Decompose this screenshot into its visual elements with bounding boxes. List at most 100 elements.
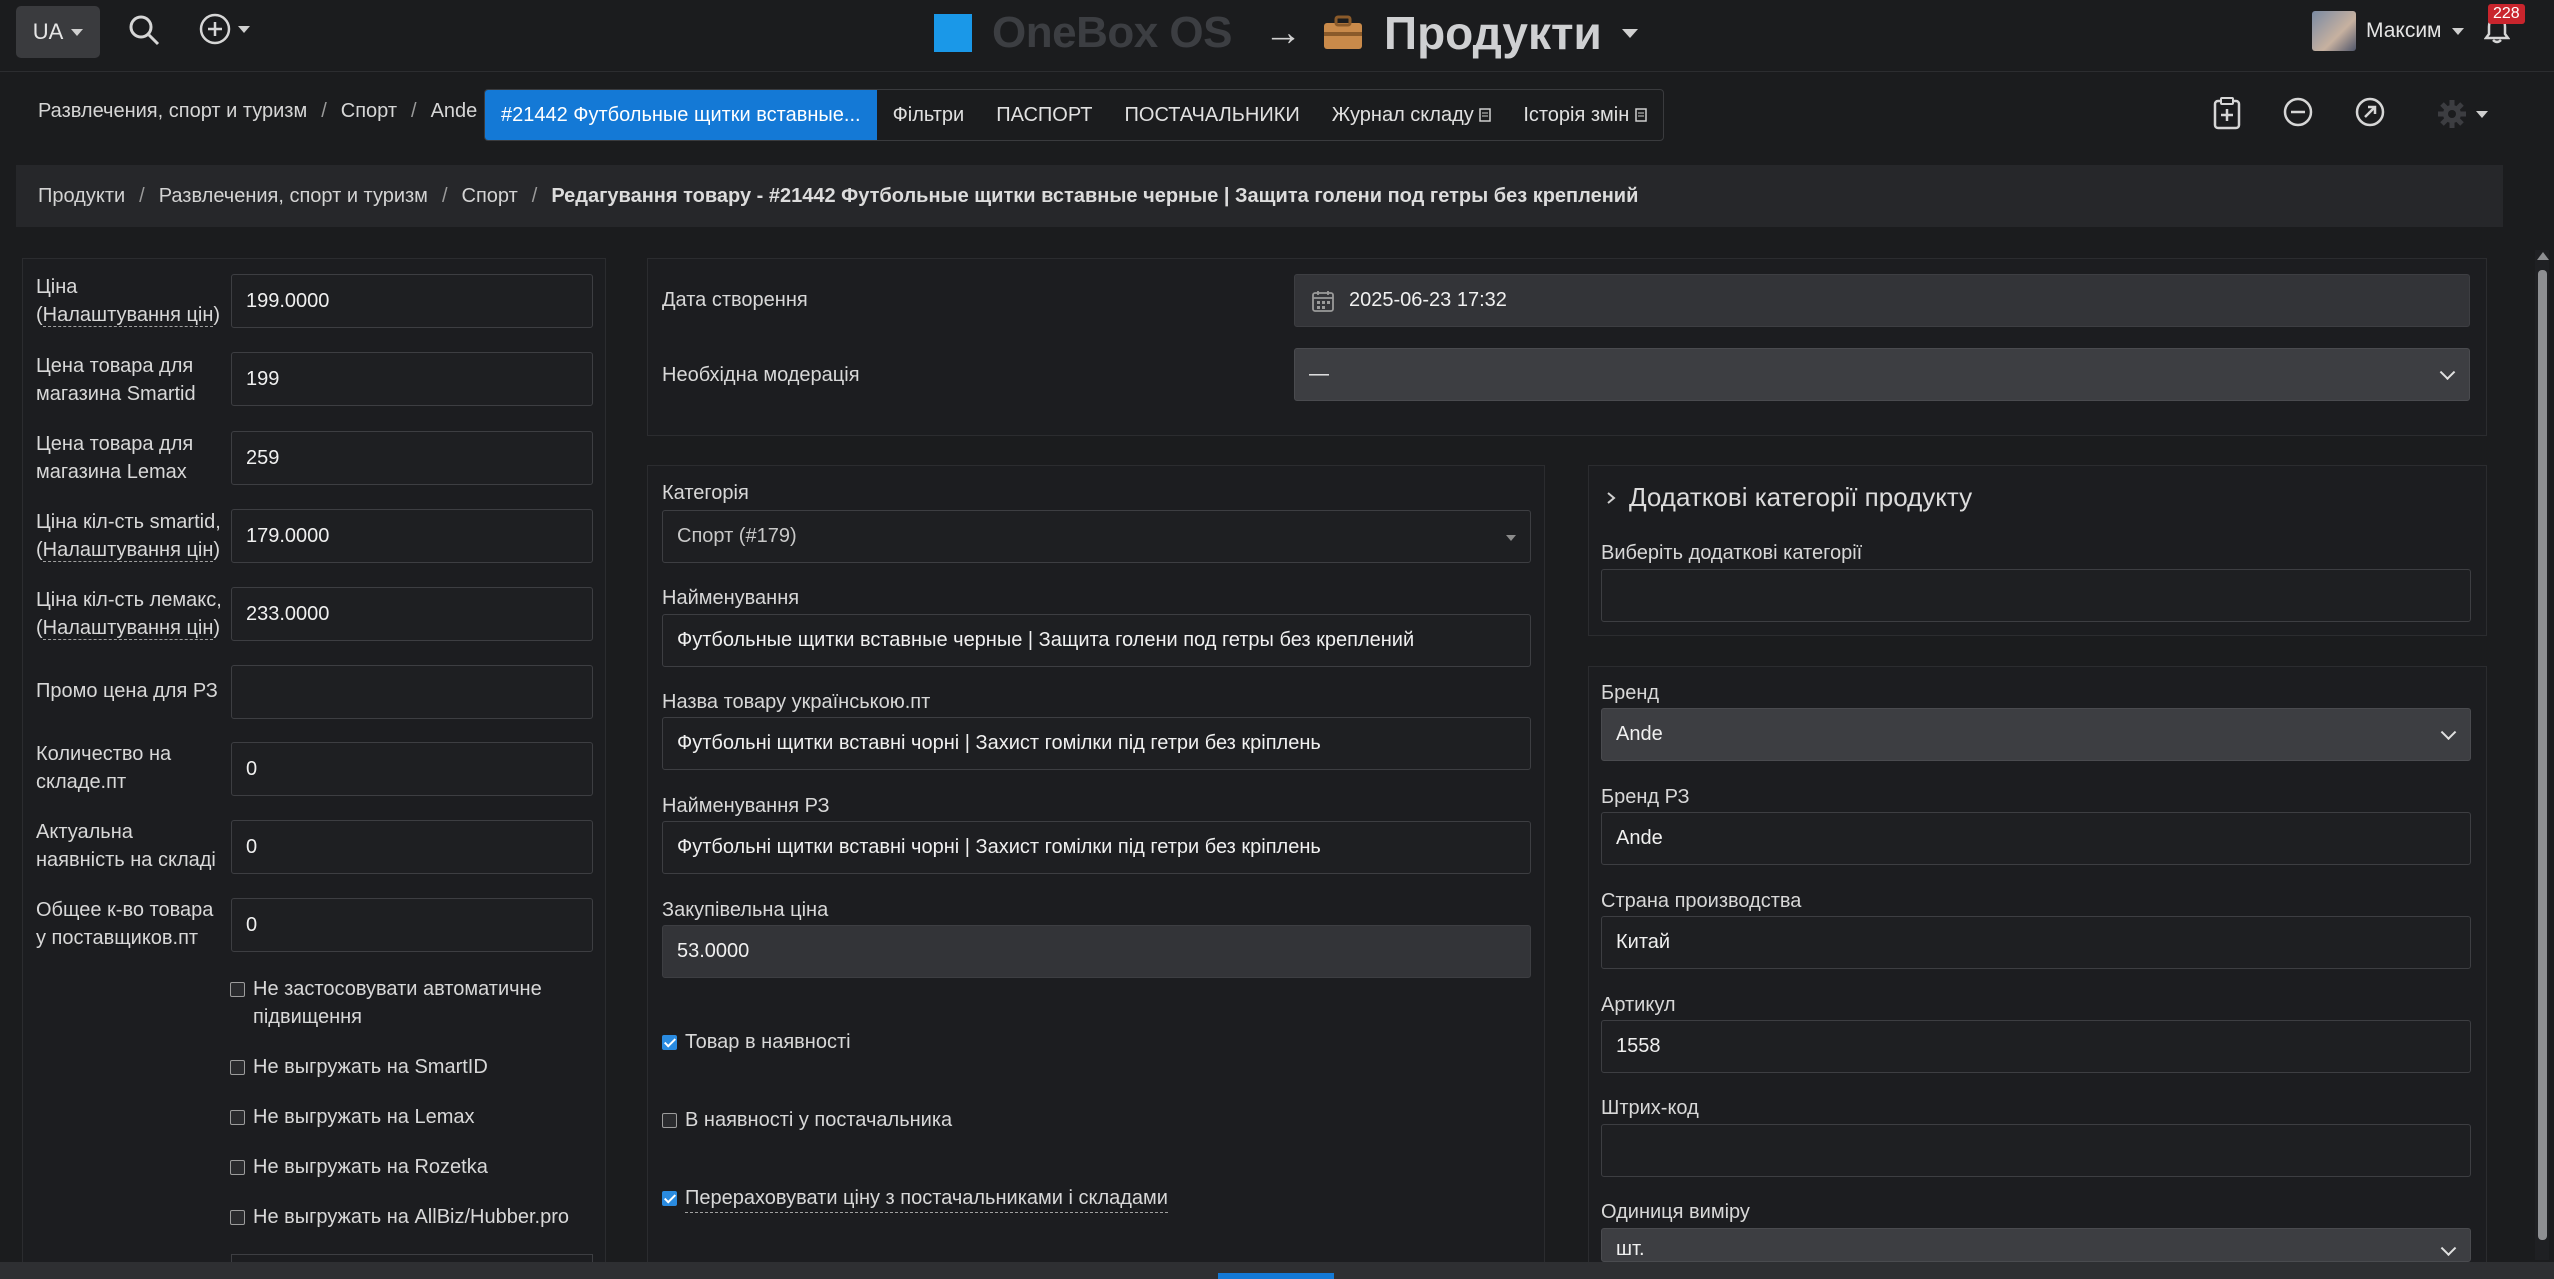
extra-categories-label: Виберіть додаткові категорії (1601, 542, 1863, 564)
tab-suppliers[interactable]: ПОСТАЧАЛЬНИКИ (1109, 90, 1316, 140)
brand-rz-input[interactable]: Ande (1601, 812, 2471, 865)
price-settings-link[interactable]: Налаштування цін (42, 539, 214, 562)
checkbox-no-rozetka[interactable]: Не выгружать на Rozetka (230, 1153, 488, 1181)
checkbox-box[interactable] (230, 1060, 245, 1075)
moderation-label: Необхідна модерація (662, 364, 860, 386)
top-breadcrumb: Развлечения, спорт и туризм / Спорт / An… (38, 100, 477, 123)
checkbox-box[interactable] (662, 1035, 677, 1050)
price-input[interactable]: 199.0000 (231, 274, 593, 328)
actual-stock-input[interactable]: 0 (231, 820, 593, 874)
moderation-select[interactable]: — (1294, 348, 2470, 401)
search-icon[interactable] (124, 10, 164, 50)
caret-down-icon (1506, 535, 1516, 541)
checkbox-in-stock[interactable]: Товар в наявності (662, 1028, 851, 1056)
chevron-down-icon (2476, 110, 2488, 118)
lemax-qty-price-input[interactable]: 233.0000 (231, 587, 593, 641)
sku-input[interactable]: 1558 (1601, 1020, 2471, 1073)
price-settings-link[interactable]: Налаштування цін (42, 304, 214, 327)
minus-circle-icon[interactable] (2282, 96, 2314, 128)
input-value: 199.0000 (246, 289, 330, 312)
page-scrollbar-thumb[interactable] (2538, 270, 2547, 1240)
tab-stock-journal[interactable]: Журнал складу (1316, 90, 1508, 140)
tab-filters[interactable]: Фільтри (877, 90, 981, 140)
created-date-label: Дата створення (662, 289, 808, 311)
select-value: Спорт (#179) (677, 525, 797, 547)
breadcrumb-item[interactable]: Продукти (38, 185, 125, 208)
checkbox-box[interactable] (230, 1160, 245, 1175)
input-value: Футбольні щитки вставні чорні | Захист г… (677, 836, 1321, 858)
checkbox-no-lemax[interactable]: Не выгружать на Lemax (230, 1103, 475, 1131)
supplier-qty-input[interactable]: 0 (231, 898, 593, 952)
breadcrumb-item[interactable]: Спорт (462, 185, 518, 208)
input-value: Ande (1616, 827, 1663, 849)
purchase-price-input[interactable]: 53.0000 (662, 925, 1531, 978)
product-tabs: #21442 Футбольные щитки вставные... Філь… (484, 89, 1664, 141)
country-input[interactable]: Китай (1601, 916, 2471, 969)
name-rz-input[interactable]: Футбольні щитки вставні чорні | Захист г… (662, 821, 1531, 874)
smartid-qty-price-input[interactable]: 179.0000 (231, 509, 593, 563)
save-button[interactable] (1218, 1273, 1334, 1279)
chevron-down-icon[interactable] (1621, 28, 1638, 38)
add-menu-button[interactable] (198, 12, 250, 46)
smartid-price-input[interactable]: 199 (231, 352, 593, 406)
tab-history[interactable]: Історія змін (1507, 90, 1663, 140)
created-date-input[interactable]: 2025-06-23 17:32 (1294, 274, 2470, 327)
external-link-circle-icon[interactable] (2354, 96, 2386, 128)
select-value: шт. (1616, 1238, 1645, 1260)
scroll-up-icon[interactable] (2537, 252, 2549, 260)
checkbox-box[interactable] (662, 1113, 677, 1128)
arrow-right-icon: → (1264, 11, 1302, 54)
top-navbar: UA OneBox OS → Продукти Максим 228 (0, 0, 2554, 72)
language-label: UA (32, 19, 64, 44)
tab-passport[interactable]: ПАСПОРТ (980, 90, 1108, 140)
promo-price-input[interactable] (231, 665, 593, 719)
settings-menu[interactable] (2436, 98, 2488, 130)
clipboard-add-icon[interactable] (2212, 96, 2242, 130)
country-label: Страна производства (1601, 890, 1802, 912)
breadcrumb-separator: / (139, 184, 145, 207)
unit-label: Одиниця виміру (1601, 1201, 1750, 1223)
briefcase-icon (1324, 15, 1362, 49)
input-value: Футбольні щитки вставні чорні | Захист г… (677, 732, 1321, 754)
checkbox-supplier-stock[interactable]: В наявності у постачальника (662, 1106, 952, 1134)
checkbox-box[interactable] (230, 982, 245, 997)
checkbox-box[interactable] (662, 1191, 677, 1206)
field-label-lemax-price: Цена товара для магазина Lemax (36, 433, 194, 483)
select-value: — (1309, 363, 1329, 385)
chevron-down-icon (238, 25, 250, 33)
price-settings-link[interactable]: Налаштування цін (42, 617, 214, 640)
checkbox-box[interactable] (230, 1110, 245, 1125)
checkbox-recalc-price[interactable]: Перераховувати ціну з постачальниками і … (662, 1184, 1168, 1213)
user-menu[interactable]: Максим (2312, 10, 2464, 52)
category-select[interactable]: Спорт (#179) (662, 510, 1531, 563)
name-ua-input[interactable]: Футбольні щитки вставні чорні | Захист г… (662, 717, 1531, 770)
checkbox-box[interactable] (230, 1210, 245, 1225)
input-value: 1558 (1616, 1035, 1661, 1057)
breadcrumb-item[interactable]: Спорт (341, 100, 397, 123)
name-input[interactable]: Футбольные щитки вставные черные | Защит… (662, 614, 1531, 667)
language-selector[interactable]: UA (16, 6, 100, 58)
unit-select[interactable]: шт. (1601, 1228, 2471, 1262)
tab-product[interactable]: #21442 Футбольные щитки вставные... (485, 90, 877, 140)
breadcrumb-separator: / (441, 184, 448, 207)
lemax-price-input[interactable]: 259 (231, 431, 593, 485)
select-value: Ande (1616, 723, 1663, 745)
extra-categories-input[interactable] (1601, 569, 2471, 622)
extra-categories-toggle[interactable]: Додаткові категорії продукту (1605, 482, 1972, 513)
breadcrumb-current: Редагування товару - #21442 Футбольные щ… (551, 184, 1639, 207)
avatar (2312, 11, 2356, 51)
checkbox-label: Не выгружать на AllBiz/Hubber.pro (253, 1206, 569, 1228)
barcode-input[interactable] (1601, 1124, 2471, 1177)
name-label: Найменування (662, 587, 800, 609)
checkbox-no-smartid[interactable]: Не выгружать на SmartID (230, 1053, 488, 1081)
breadcrumb-item[interactable]: Развлечения, спорт и туризм (159, 185, 428, 208)
stock-qty-input[interactable]: 0 (231, 742, 593, 796)
checkbox-no-allbiz[interactable]: Не выгружать на AllBiz/Hubber.pro (230, 1203, 569, 1231)
checkbox-no-auto-raise[interactable]: Не застосовувати автоматичне підвищення (230, 975, 590, 1031)
onebox-logo-icon (934, 14, 972, 52)
breadcrumb-item[interactable]: Ande (431, 100, 478, 123)
breadcrumb-item[interactable]: Развлечения, спорт и туризм (38, 100, 307, 123)
brand-select[interactable]: Ande (1601, 708, 2471, 761)
input-value: 233.0000 (246, 602, 330, 625)
app-brand[interactable]: OneBox OS → Продукти (934, 7, 1638, 59)
